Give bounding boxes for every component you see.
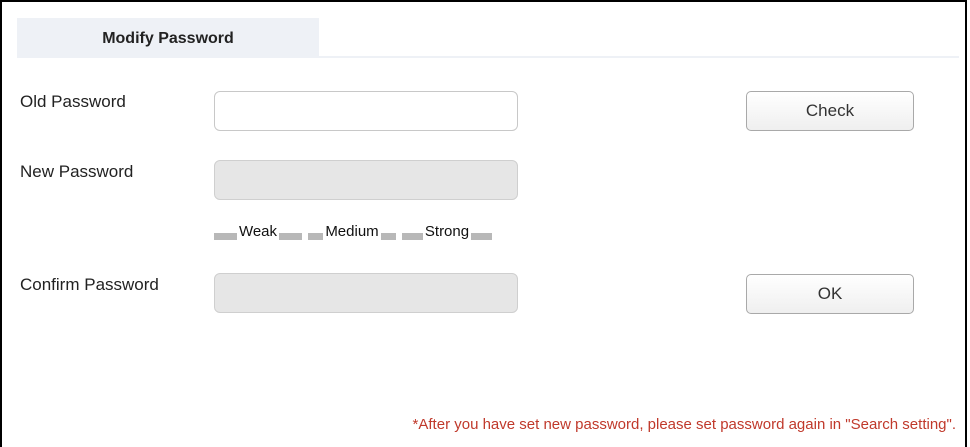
search-setting-note: *After you have set new password, please… — [412, 416, 956, 433]
strength-strong: Strong — [402, 223, 492, 241]
strength-weak-label: Weak — [236, 223, 280, 240]
strength-medium: Medium — [308, 223, 396, 241]
ok-button[interactable]: OK — [746, 274, 914, 314]
strength-strong-label: Strong — [422, 223, 472, 240]
old-password-label: Old Password — [20, 92, 126, 111]
password-strength-meter: Weak Medium Strong — [214, 223, 494, 241]
new-password-input[interactable] — [214, 160, 518, 200]
tab-bar: Modify Password — [17, 18, 959, 58]
confirm-password-label: Confirm Password — [20, 275, 159, 294]
check-button[interactable]: Check — [746, 91, 914, 131]
confirm-password-input[interactable] — [214, 273, 518, 313]
strength-weak: Weak — [214, 223, 302, 241]
tab-modify-password[interactable]: Modify Password — [17, 18, 319, 58]
old-password-input[interactable] — [214, 91, 518, 131]
new-password-label: New Password — [20, 162, 134, 181]
strength-medium-label: Medium — [323, 223, 381, 240]
